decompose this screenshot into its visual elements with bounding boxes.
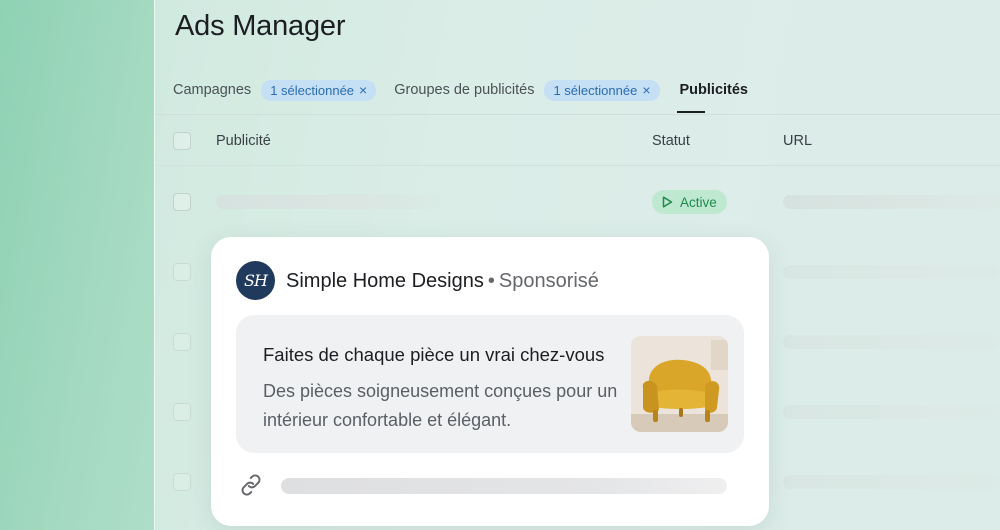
status-label: Active [680,194,717,210]
row-checkbox[interactable] [173,263,191,281]
sponsored-label: Sponsorisé [498,270,599,292]
active-tab-indicator [677,111,705,113]
ad-creative[interactable]: Faites de chaque pièce un vrai chez-vous… [236,315,744,453]
tab-ads[interactable]: Publicités [680,82,749,98]
play-icon [662,196,673,208]
destination-url-placeholder [281,478,727,494]
column-header-ad[interactable]: Publicité [216,133,271,149]
divider [155,114,1000,115]
product-image [631,336,728,432]
campaigns-selection-chip[interactable]: 1 sélectionnée × [261,79,377,101]
close-icon[interactable]: × [359,83,367,97]
advertiser-line: Simple Home Designs • Sponsorisé [286,270,599,293]
column-header-status[interactable]: Statut [652,133,690,149]
close-icon[interactable]: × [642,83,650,97]
status-badge: Active [652,190,727,214]
url-placeholder [783,475,1000,489]
link-icon[interactable] [238,472,264,498]
url-placeholder [783,405,1000,419]
tab-campaigns[interactable]: Campagnes [173,82,251,98]
ad-preview-card[interactable]: SH Simple Home Designs • Sponsorisé Faites… [211,237,769,526]
advertiser-avatar: SH [236,261,275,300]
url-placeholder [783,265,1000,279]
divider [155,165,1000,166]
ad-description: Des pièces soigneusement conçues pour un… [263,381,618,430]
ad-headline: Faites de chaque pièce un vrai chez-vous [263,344,605,365]
row-checkbox[interactable] [173,473,191,491]
row-checkbox[interactable] [173,193,191,211]
advertiser-name[interactable]: Simple Home Designs [286,270,484,292]
url-placeholder [783,335,1000,349]
adsets-selection-chip[interactable]: 1 sélectionnée × [544,79,660,101]
adsets-chip-label: 1 sélectionnée [553,82,638,98]
breadcrumb-tabs: Campagnes 1 sélectionnée × Groupes de pu… [173,76,748,104]
ad-name-placeholder [216,195,441,209]
armchair-icon [631,336,728,432]
campaigns-chip-label: 1 sélectionnée [270,82,355,98]
url-placeholder [783,195,1000,209]
tab-ad-sets[interactable]: Groupes de publicités [394,82,534,98]
separator-dot: • [487,270,495,292]
column-header-url[interactable]: URL [783,133,812,149]
row-checkbox[interactable] [173,333,191,351]
row-checkbox[interactable] [173,403,191,421]
app-title: Ads Manager [175,10,346,42]
select-all-checkbox[interactable] [173,132,191,150]
